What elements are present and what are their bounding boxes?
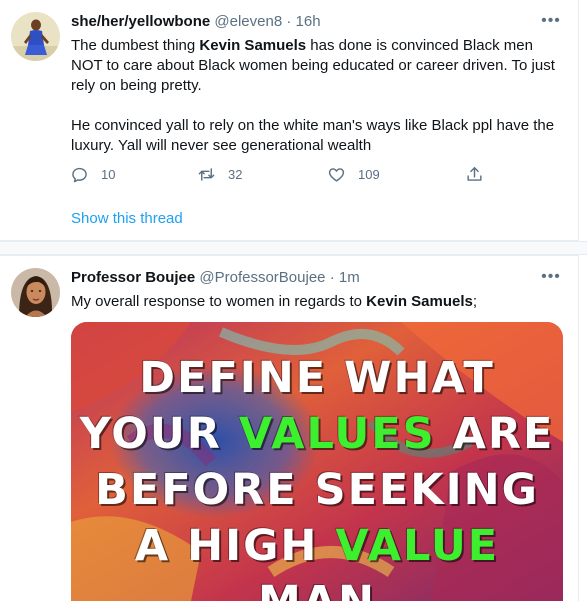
tweet-header: Professor Boujee @ProfessorBoujee · 1m (71, 268, 548, 288)
text-segment: My overall response to women in regards … (71, 293, 367, 310)
like-button[interactable]: 109 (327, 163, 380, 185)
text-segment: The dumbest thing (71, 37, 200, 54)
tweet-text: The dumbest thing Kevin Samuels has done… (71, 36, 566, 156)
heart-icon (328, 167, 345, 182)
avatar[interactable] (11, 268, 60, 317)
caption-word: A HIGH (134, 521, 336, 571)
timeline-divider (0, 241, 587, 255)
reply-button[interactable]: 10 (70, 163, 115, 185)
reply-icon (72, 167, 87, 182)
tweet-header: she/her/yellowbone @eleven8 · 16h (71, 12, 548, 32)
tweet-text: My overall response to women in regards … (71, 292, 566, 312)
caption-word: YOUR (79, 409, 239, 459)
avatar-image (11, 12, 60, 61)
share-icon (467, 166, 482, 181)
caption-word: ARE (435, 409, 555, 459)
caption-line: MAN (71, 574, 563, 601)
caption-highlight: VALUE (335, 521, 500, 571)
tweet[interactable]: Professor Boujee @ProfessorBoujee · 1m •… (0, 255, 579, 601)
tweet-actions: 10 32 109 (66, 163, 496, 185)
display-name[interactable]: she/her/yellowbone (71, 13, 210, 30)
more-options-icon[interactable]: ••• (538, 264, 564, 290)
bold-name: Kevin Samuels (366, 293, 473, 310)
separator: · (329, 269, 335, 286)
text-segment: ; (472, 293, 478, 310)
image-caption-text: DEFINE WHAT YOUR VALUES ARE BEFORE SEEKI… (71, 350, 563, 601)
caption-highlight: VALUES (238, 409, 436, 459)
tweet-paragraph: The dumbest thing Kevin Samuels has done… (71, 36, 566, 96)
caption-line: BEFORE SEEKING (95, 465, 539, 515)
retweet-button[interactable]: 32 (197, 163, 242, 185)
tweet-paragraph: My overall response to women in regards … (71, 292, 566, 312)
share-button[interactable] (465, 163, 484, 185)
user-handle[interactable]: @eleven8 (214, 13, 282, 30)
bold-name: Kevin Samuels (199, 37, 307, 54)
like-count: 109 (358, 166, 380, 182)
tweet[interactable]: she/her/yellowbone @eleven8 · 16h ••• Th… (0, 0, 579, 241)
show-thread-link[interactable]: Show this thread (71, 209, 183, 229)
timestamp[interactable]: 16h (296, 13, 321, 30)
user-handle[interactable]: @ProfessorBoujee (199, 269, 325, 286)
display-name[interactable]: Professor Boujee (71, 269, 195, 286)
avatar-image (11, 268, 60, 317)
separator: · (286, 13, 292, 30)
more-options-icon[interactable]: ••• (538, 8, 564, 34)
retweet-icon (198, 167, 215, 181)
avatar[interactable] (11, 12, 60, 61)
timestamp[interactable]: 1m (339, 269, 360, 286)
caption-line: A HIGH VALUE (71, 518, 563, 574)
tweet-paragraph: He convinced yall to rely on the white m… (71, 117, 555, 154)
retweet-count: 32 (228, 166, 243, 182)
tweet-image[interactable]: DEFINE WHAT YOUR VALUES ARE BEFORE SEEKI… (71, 322, 563, 601)
caption-line: YOUR VALUES ARE (71, 406, 563, 462)
reply-count: 10 (101, 166, 116, 182)
caption-line: DEFINE WHAT (139, 353, 495, 403)
